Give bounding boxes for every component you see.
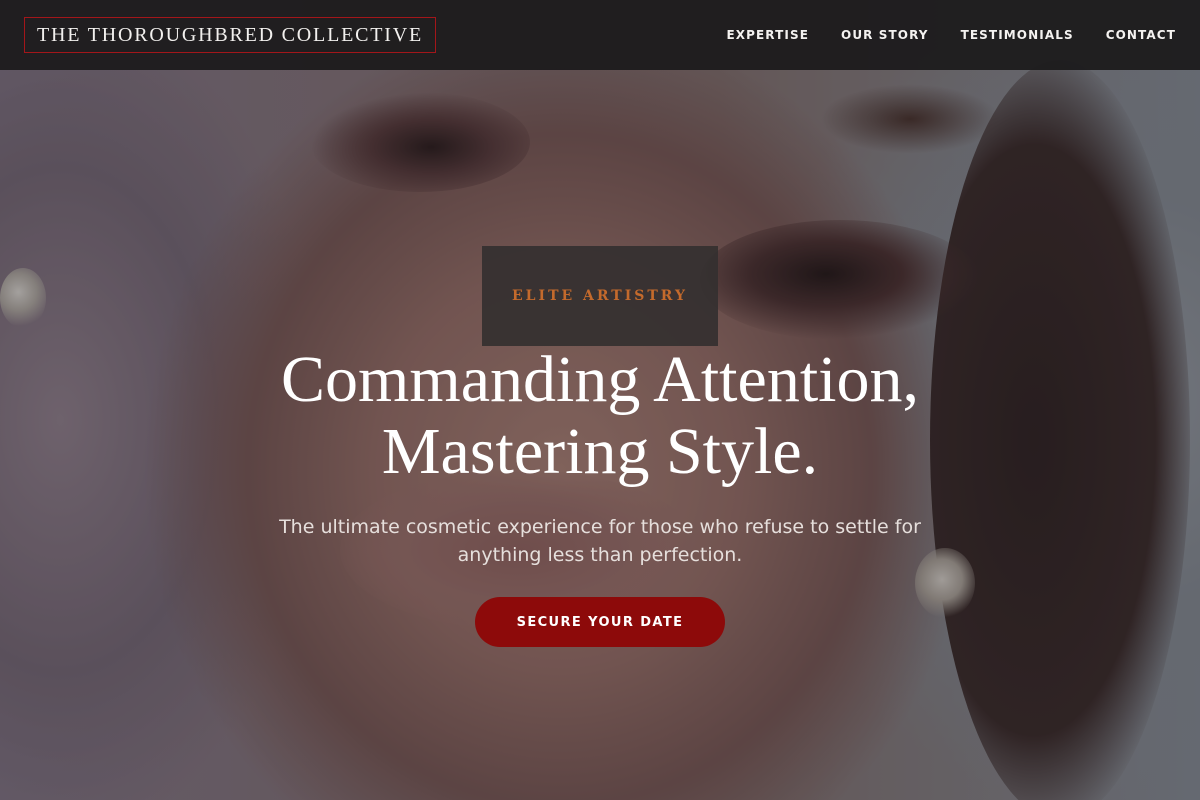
nav-link-expertise[interactable]: EXPERTISE (726, 28, 809, 42)
hero-subtext: The ultimate cosmetic experience for tho… (279, 516, 921, 566)
nav-link-testimonials[interactable]: TESTIMONIALS (961, 28, 1074, 42)
hero-headline: Commanding Attention, Mastering Style. (150, 344, 1050, 488)
hero-headline-line2: Mastering Style. (381, 415, 819, 488)
site-header: THE THOROUGHBRED COLLECTIVE EXPERTISE OU… (0, 0, 1200, 70)
secure-your-date-button[interactable]: SECURE YOUR DATE (475, 597, 725, 647)
main-nav: EXPERTISE OUR STORY TESTIMONIALS CONTACT (726, 28, 1176, 42)
site-logo[interactable]: THE THOROUGHBRED COLLECTIVE (24, 17, 436, 53)
hero-eyebrow: ELITE ARTISTRY (512, 288, 688, 304)
nav-link-contact[interactable]: CONTACT (1106, 28, 1176, 42)
hero-headline-line1: Commanding Attention, (281, 343, 919, 416)
eyebrow-box: ELITE ARTISTRY (482, 246, 718, 346)
page: THE THOROUGHBRED COLLECTIVE EXPERTISE OU… (0, 0, 1200, 800)
hero-section: ELITE ARTISTRY Commanding Attention, Mas… (0, 0, 1200, 800)
nav-link-our-story[interactable]: OUR STORY (841, 28, 929, 42)
